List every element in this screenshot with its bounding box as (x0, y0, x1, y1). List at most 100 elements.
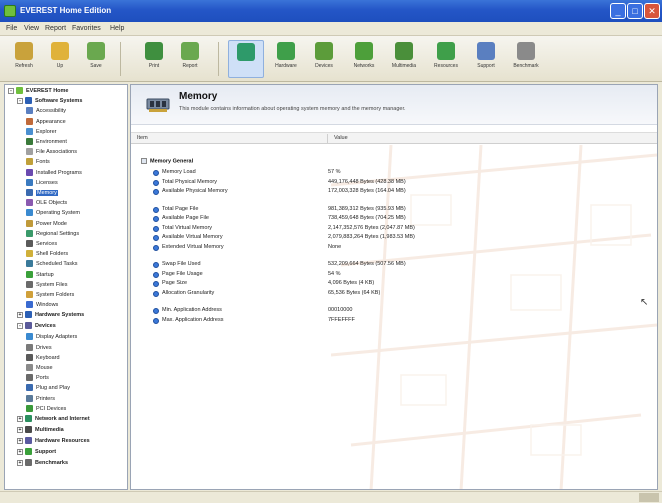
tree-item-support[interactable]: + Support (17, 448, 56, 456)
tree-item-label: Shell Folders (36, 251, 69, 258)
menu-view[interactable]: View (24, 25, 39, 32)
menu-report[interactable]: Report (45, 25, 66, 32)
tree-item-accessibility[interactable]: Accessibility (26, 107, 66, 115)
expand-icon[interactable]: + (17, 426, 23, 433)
tree-item-fonts[interactable]: Fonts (26, 158, 50, 166)
tree-node-icon (26, 301, 33, 309)
table-row[interactable]: Min. Application Address 00010000 (153, 307, 633, 315)
menu-favorites[interactable]: Favorites (72, 25, 101, 32)
tree-item-explorer[interactable]: Explorer (26, 127, 56, 136)
toolbar-button-networks[interactable]: Networks (346, 40, 382, 78)
tree-item-printers[interactable]: Printers (26, 394, 55, 403)
toolbar-label: Multimedia (391, 63, 417, 69)
tree-node-icon (25, 322, 32, 330)
tree-item-system-folders[interactable]: System Folders (26, 291, 74, 299)
tree-item-hardware-resources[interactable]: + Hardware Resources (17, 437, 90, 445)
navigation-tree[interactable]: - EVEREST Home - Software Systems Accessibil… (4, 84, 128, 490)
tree-item-services[interactable]: Services (26, 240, 57, 248)
tree-item-hardware-systems[interactable]: + Hardware Systems (17, 311, 84, 319)
expand-icon[interactable]: + (17, 448, 23, 455)
tree-item-ole-objects[interactable]: OLE Objects (26, 199, 67, 207)
table-row[interactable]: Available Physical Memory 172,003,328 Byt… (153, 188, 633, 196)
table-row[interactable]: Page File Usage 54 % (153, 271, 633, 279)
collapse-icon[interactable]: - (17, 322, 23, 329)
tree-item-file-associations[interactable]: File Associations (26, 148, 77, 156)
table-row[interactable]: Memory Load 57 % (153, 169, 633, 177)
tree-item-network-and-internet[interactable]: + Network and Internet (17, 415, 90, 423)
group-collapse-icon[interactable] (141, 158, 147, 164)
tree-item-environment[interactable]: Environment (26, 138, 67, 146)
table-row[interactable]: Available Virtual Memory 2,079,883,264 By… (153, 234, 633, 242)
column-item[interactable]: Item (137, 135, 148, 141)
tree-item-ports[interactable]: Ports (26, 374, 49, 382)
expand-icon[interactable]: + (17, 459, 23, 466)
toolbar-button-up[interactable]: Up (42, 40, 78, 78)
table-row[interactable]: Total Page File 981,389,312 Bytes (935.93… (153, 206, 633, 214)
tree-item-software-systems[interactable]: - Software Systems (17, 97, 82, 105)
toolbar-button-devices[interactable]: Devices (306, 40, 342, 78)
tree-item-operating-system[interactable]: Operating System (26, 209, 80, 217)
table-row[interactable]: Max. Application Address 7FFEFFFF (153, 317, 633, 325)
info-icon (153, 262, 159, 268)
tree-item-drives[interactable]: Drives (26, 343, 52, 352)
tree-item-memory[interactable]: Memory (26, 189, 58, 197)
column-value[interactable]: Value (334, 135, 348, 141)
tree-item-devices[interactable]: - Devices (17, 322, 56, 330)
tree-item-label: Plug and Play (36, 385, 70, 392)
column-divider[interactable] (327, 134, 328, 143)
toolbar-button-support[interactable]: Support (468, 40, 504, 78)
toolbar-button-print[interactable]: Print (136, 40, 172, 78)
tree-item-shell-folders[interactable]: Shell Folders (26, 250, 68, 258)
tree-item-scheduled-tasks[interactable]: Scheduled Tasks (26, 260, 77, 268)
group-memory-general[interactable]: Memory General (141, 158, 193, 166)
toolbar-button-benchmark[interactable]: Benchmark (508, 40, 544, 78)
menu-bar: File View Report Favorites Help (0, 22, 662, 36)
table-row[interactable]: Total Physical Memory 449,176,448 Bytes (… (153, 179, 633, 187)
collapse-icon[interactable]: - (8, 87, 14, 94)
tree-item-plug-and-play[interactable]: Plug and Play (26, 384, 70, 392)
status-bar (0, 491, 662, 503)
expand-icon[interactable]: + (17, 415, 23, 422)
tree-item-regional-settings[interactable]: Regional Settings (26, 229, 79, 238)
tree-item-licenses[interactable]: Licenses (26, 178, 58, 187)
tree-item-installed-programs[interactable]: Installed Programs (26, 168, 82, 177)
resize-grip[interactable] (639, 493, 659, 502)
tree-item-label: Support (35, 448, 57, 455)
tree-item-keyboard[interactable]: Keyboard (26, 353, 60, 362)
tree-item-pci-devices[interactable]: PCI Devices (26, 404, 66, 413)
content-pane: Memory This module contains information … (130, 84, 658, 490)
maximize-button[interactable]: □ (627, 3, 643, 19)
toolbar-button-refresh[interactable]: Refresh (6, 40, 42, 78)
table-row[interactable]: Page Size 4,096 Bytes (4 KB) (153, 280, 633, 288)
toolbar-button-save[interactable]: Save (78, 40, 114, 78)
tree-item-multimedia[interactable]: + Multimedia (17, 426, 64, 434)
table-row[interactable]: Available Page File 738,459,648 Bytes (70… (153, 215, 633, 223)
expand-icon[interactable]: + (17, 437, 23, 444)
toolbar-button-resources[interactable]: Resources (428, 40, 464, 78)
collapse-icon[interactable]: - (17, 97, 23, 104)
toolbar-button-report[interactable]: Report (172, 40, 208, 78)
page-title: Memory (179, 91, 218, 102)
tree-item-display-adapters[interactable]: Display Adapters (26, 333, 77, 341)
tree-item-windows[interactable]: Windows (26, 301, 58, 309)
table-row[interactable]: Swap File Used 532,209,664 Bytes (507.56 … (153, 261, 633, 269)
tree-item-startup[interactable]: Startup (26, 270, 54, 279)
tree-item-system-files[interactable]: System Files (26, 280, 67, 289)
minimize-button[interactable]: _ (610, 3, 626, 19)
table-row[interactable]: Extended Virtual Memory None (153, 244, 633, 252)
menu-file[interactable]: File (6, 25, 17, 32)
tree-item-everest-home[interactable]: - EVEREST Home (8, 87, 68, 95)
table-row[interactable]: Allocation Granularity 65,536 Bytes (64 K… (153, 290, 633, 298)
tree-item-appearance[interactable]: Appearance (26, 117, 66, 126)
toolbar-button-view[interactable] (228, 40, 264, 78)
tree-item-mouse[interactable]: Mouse (26, 364, 53, 372)
toolbar-button-hardware[interactable]: Hardware (268, 40, 304, 78)
close-button[interactable]: ✕ (644, 3, 660, 19)
table-row[interactable]: Total Virtual Memory 2,147,352,576 Bytes … (153, 225, 633, 233)
menu-help[interactable]: Help (110, 25, 124, 32)
tree-item-benchmarks[interactable]: + Benchmarks (17, 459, 68, 467)
toolbar-button-multimedia[interactable]: Multimedia (386, 40, 422, 78)
tree-node-icon (25, 448, 32, 455)
tree-item-power-mode[interactable]: Power Mode (26, 219, 67, 228)
expand-icon[interactable]: + (17, 311, 23, 318)
